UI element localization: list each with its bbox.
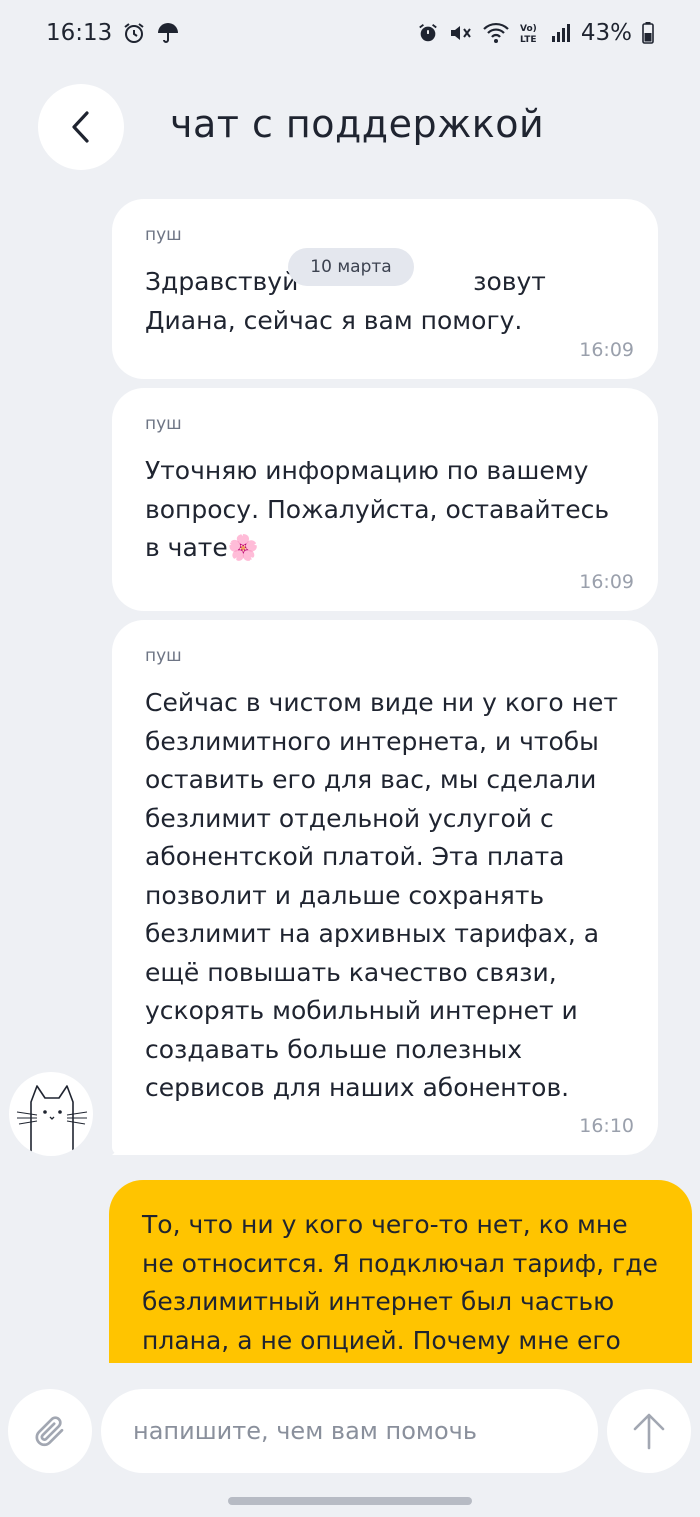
message-time: 16:09 bbox=[579, 339, 634, 361]
date-separator: 10 марта bbox=[288, 248, 414, 286]
page-title: чат с поддержкой bbox=[170, 102, 545, 146]
message-input[interactable] bbox=[133, 1417, 598, 1445]
message-bubble-incoming: пуш Здравствуй зовут Диана, сейчас я вам… bbox=[112, 199, 658, 379]
mute-icon bbox=[449, 22, 473, 44]
alarm-icon bbox=[122, 21, 146, 45]
message-bubble-incoming: пуш Сейчас в чистом виде ни у кого нет б… bbox=[112, 620, 658, 1155]
chat-header: чат с поддержкой bbox=[0, 84, 700, 170]
message-bubble-incoming: пуш Уточняю информацию по вашему вопросу… bbox=[112, 388, 658, 611]
umbrella-icon bbox=[156, 21, 180, 45]
message-text: Уточняю информацию по вашему вопросу. По… bbox=[145, 456, 610, 562]
volte-icon: Vo) LTE bbox=[519, 21, 541, 45]
status-bar-right: Vo) LTE 43% bbox=[417, 20, 654, 46]
composer-bar bbox=[0, 1363, 700, 1517]
message-input-wrapper bbox=[101, 1389, 598, 1473]
battery-percent: 43% bbox=[580, 20, 632, 46]
paperclip-icon bbox=[35, 1416, 64, 1447]
message-sender: пуш bbox=[145, 646, 182, 666]
signal-icon bbox=[551, 23, 571, 43]
message-bubble-outgoing: То, что ни у кого чего-то нет, ко мне не… bbox=[109, 1180, 692, 1380]
message-sender: пуш bbox=[145, 225, 182, 245]
status-bar-left: 16:13 bbox=[46, 20, 180, 46]
status-time: 16:13 bbox=[46, 20, 113, 46]
chevron-left-icon bbox=[72, 111, 89, 143]
attach-button[interactable] bbox=[8, 1389, 92, 1473]
message-text: То, что ни у кого чего-то нет, ко мне не… bbox=[142, 1210, 658, 1355]
arrow-up-icon bbox=[633, 1413, 665, 1450]
back-button[interactable] bbox=[38, 84, 124, 170]
support-avatar bbox=[9, 1072, 93, 1156]
svg-text:LTE: LTE bbox=[520, 35, 537, 45]
svg-text:Vo): Vo) bbox=[520, 24, 537, 34]
message-sender: пуш bbox=[145, 414, 182, 434]
message-time: 16:10 bbox=[579, 1115, 634, 1137]
cat-icon bbox=[16, 1085, 88, 1156]
wifi-icon bbox=[483, 22, 509, 44]
home-indicator[interactable] bbox=[228, 1497, 472, 1505]
alarm-icon bbox=[417, 22, 439, 44]
battery-icon bbox=[642, 22, 654, 44]
message-time: 16:09 bbox=[579, 571, 634, 593]
send-button[interactable] bbox=[607, 1389, 691, 1473]
message-text: Сейчас в чистом виде ни у кого нет безли… bbox=[145, 688, 618, 1102]
status-bar: 16:13 Vo) LTE 43% bbox=[0, 0, 700, 66]
